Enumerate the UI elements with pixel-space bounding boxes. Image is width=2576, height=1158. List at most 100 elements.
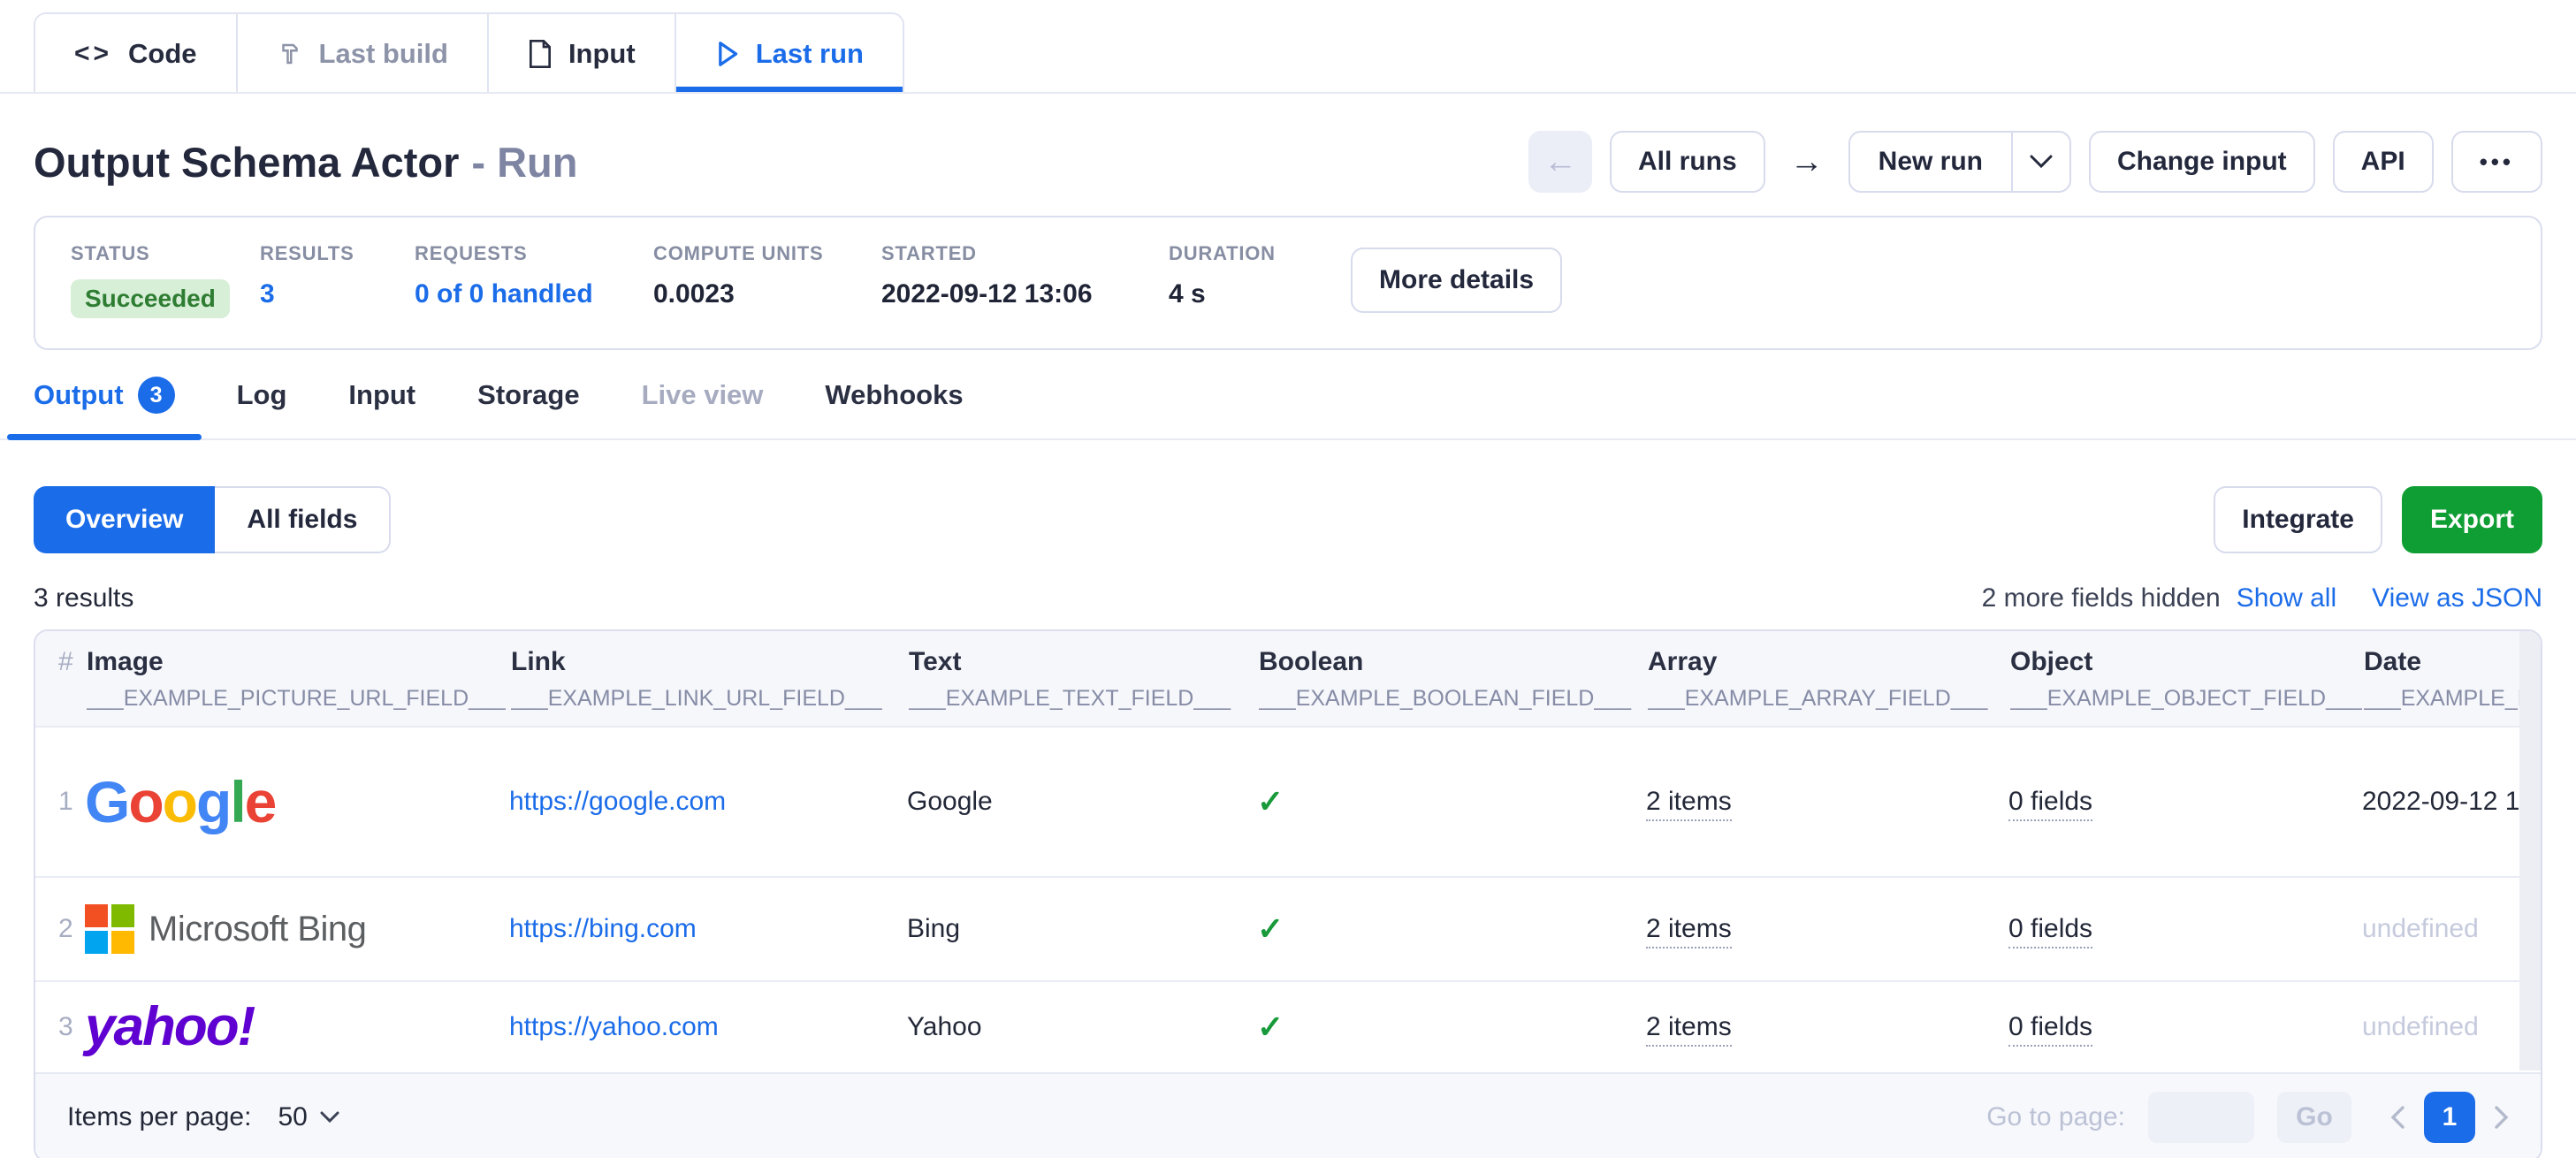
hidden-fields-text: 2 more fields hidden	[1982, 583, 2221, 613]
tab-code-label: Code	[128, 38, 197, 70]
table-scrollbar[interactable]	[2519, 631, 2541, 1070]
api-button[interactable]: API	[2333, 131, 2434, 193]
tab-log[interactable]: Log	[210, 377, 314, 438]
table-footer: Items per page: 50 Go to page: Go 1	[35, 1072, 2541, 1158]
code-icon: <>	[74, 39, 112, 69]
object-expand-link[interactable]: 0 fields	[2008, 787, 2092, 821]
go-button: Go	[2277, 1092, 2351, 1143]
duration-value: 4 s	[1169, 279, 1342, 309]
more-details-button[interactable]: More details	[1351, 248, 1562, 313]
col-object-header: Object	[2010, 647, 2362, 677]
arrow-right-icon: →	[1790, 143, 1824, 181]
hammer-icon	[277, 41, 303, 67]
tab-input[interactable]: Input	[487, 14, 674, 94]
results-table: # Image ___EXAMPLE_PICTURE_URL_FIELD___ …	[34, 629, 2542, 1158]
table-row: 1 Google https://google.com Google ✓ 2 i…	[35, 726, 2541, 876]
col-date-header: Date	[2364, 647, 2542, 677]
tab-last-run-label: Last run	[756, 38, 864, 70]
row-text: Yahoo	[907, 1012, 1257, 1042]
show-all-link[interactable]: Show all	[2237, 583, 2336, 613]
table-header-row: # Image ___EXAMPLE_PICTURE_URL_FIELD___ …	[35, 631, 2541, 726]
overview-toggle-button[interactable]: Overview	[34, 486, 215, 553]
array-expand-link[interactable]: 2 items	[1646, 787, 1732, 821]
previous-run-button: ←	[1528, 131, 1592, 193]
items-per-page-label: Items per page:	[67, 1102, 251, 1132]
chevron-left-icon	[2390, 1106, 2405, 1129]
microsoft-squares-icon	[85, 904, 134, 954]
run-stats-card: STATUS Succeeded RESULTS 3 REQUESTS 0 of…	[34, 216, 2542, 350]
file-icon	[528, 40, 553, 68]
tab-input-label: Input	[568, 38, 636, 70]
col-boolean-header: Boolean	[1259, 647, 1646, 677]
status-badge: Succeeded	[71, 279, 230, 318]
integrate-button[interactable]: Integrate	[2214, 486, 2382, 553]
export-button[interactable]: Export	[2402, 486, 2542, 553]
tab-last-build-label: Last build	[319, 38, 448, 70]
page-title: Output Schema Actor- Run	[34, 138, 577, 187]
tab-output[interactable]: Output 3	[7, 377, 202, 438]
bing-logo-image: Microsoft Bing	[85, 904, 488, 954]
started-value: 2022-09-12 13:06	[881, 279, 1169, 309]
run-tabs: Output 3 Log Input Storage Live view Web…	[0, 377, 2576, 440]
check-icon: ✓	[1257, 1009, 1646, 1046]
arrow-left-icon: ←	[1543, 143, 1577, 181]
col-image-header: Image	[87, 647, 509, 677]
tab-run-input[interactable]: Input	[322, 377, 442, 438]
requests-label: REQUESTS	[415, 242, 653, 265]
all-fields-toggle-button[interactable]: All fields	[215, 486, 391, 553]
requests-value-link[interactable]: 0 of 0 handled	[415, 279, 653, 309]
col-text-header: Text	[909, 647, 1257, 677]
row-link[interactable]: https://bing.com	[509, 914, 907, 944]
play-icon	[715, 41, 740, 67]
google-logo-image: Google	[85, 769, 275, 834]
table-row: 3 yahoo! https://yahoo.com Yahoo ✓ 2 ite…	[35, 980, 2541, 1072]
yahoo-logo-image: yahoo!	[85, 996, 254, 1057]
check-icon: ✓	[1257, 783, 1646, 820]
col-link-header: Link	[511, 647, 907, 677]
results-label: RESULTS	[260, 242, 415, 265]
compute-units-label: COMPUTE UNITS	[653, 242, 881, 265]
new-run-button[interactable]: New run	[1850, 133, 2011, 191]
next-page-button[interactable]	[2495, 1106, 2509, 1129]
row-link[interactable]: https://google.com	[509, 787, 907, 817]
all-runs-button[interactable]: All runs	[1610, 131, 1765, 193]
row-text: Google	[907, 787, 1257, 817]
tab-storage[interactable]: Storage	[451, 377, 606, 438]
tab-last-run[interactable]: Last run	[674, 14, 903, 94]
go-to-page-label: Go to page:	[1986, 1102, 2125, 1132]
started-label: STARTED	[881, 242, 1169, 265]
col-array-header: Array	[1648, 647, 2008, 677]
object-expand-link[interactable]: 0 fields	[2008, 1012, 2092, 1047]
tab-code[interactable]: <> Code	[35, 14, 236, 94]
object-expand-link[interactable]: 0 fields	[2008, 914, 2092, 948]
check-icon: ✓	[1257, 910, 1646, 948]
items-per-page-select[interactable]: 50	[278, 1102, 339, 1132]
tab-webhooks[interactable]: Webhooks	[798, 377, 989, 438]
new-run-dropdown-button[interactable]	[2011, 133, 2069, 191]
array-expand-link[interactable]: 2 items	[1646, 1012, 1732, 1047]
results-value-link[interactable]: 3	[260, 279, 415, 309]
tab-last-build[interactable]: Last build	[236, 14, 487, 94]
row-link[interactable]: https://yahoo.com	[509, 1012, 907, 1042]
status-label: STATUS	[71, 242, 260, 265]
ellipsis-icon: •••	[2480, 149, 2514, 176]
row-text: Bing	[907, 914, 1257, 944]
next-run-button[interactable]: →	[1783, 131, 1831, 193]
previous-page-button[interactable]	[2390, 1106, 2405, 1129]
duration-label: DURATION	[1169, 242, 1342, 265]
top-tab-bar: <> Code Last build Input	[0, 0, 2576, 94]
page-title-suffix: - Run	[471, 139, 577, 186]
more-actions-button[interactable]: •••	[2451, 131, 2542, 193]
output-count-badge: 3	[138, 377, 175, 414]
chevron-down-icon	[2030, 155, 2053, 169]
array-expand-link[interactable]: 2 items	[1646, 914, 1732, 948]
go-to-page-input	[2148, 1092, 2254, 1143]
results-count: 3 results	[34, 583, 133, 613]
view-toggle: Overview All fields	[34, 486, 391, 553]
change-input-button[interactable]: Change input	[2089, 131, 2315, 193]
compute-units-value: 0.0023	[653, 279, 881, 309]
view-as-json-link[interactable]: View as JSON	[2372, 583, 2542, 613]
current-page-button[interactable]: 1	[2424, 1092, 2475, 1143]
chevron-down-icon	[320, 1111, 339, 1124]
tab-live-view: Live view	[615, 377, 790, 438]
